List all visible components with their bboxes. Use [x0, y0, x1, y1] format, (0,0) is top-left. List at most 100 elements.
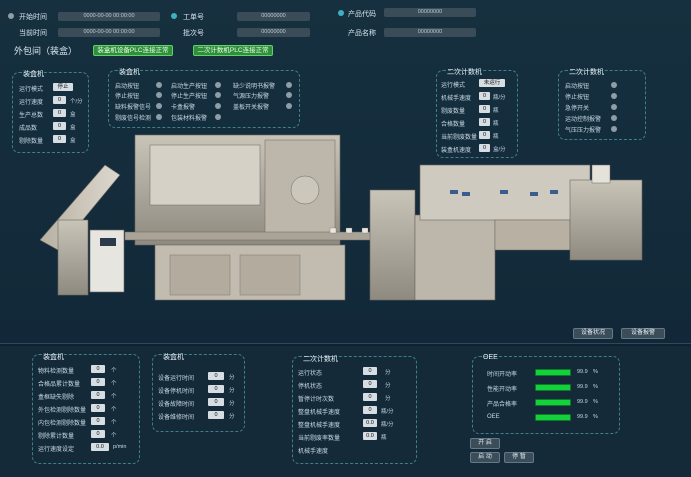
row-label: 运行速度设定: [38, 447, 75, 453]
speed-setting-input[interactable]: 0.0: [91, 443, 109, 451]
work-order-label: 工单号: [183, 14, 204, 21]
counter-mode-value: 未运行: [479, 79, 505, 87]
indicator-icon: [156, 82, 162, 88]
row-value: 0: [91, 365, 105, 373]
boxer-status-title: 装盒机: [119, 69, 140, 76]
current-time-label: 当前时间: [19, 30, 47, 37]
current-time-field: 0000-00-00 00:00:00: [58, 28, 160, 37]
status-label: 启动生产按钮: [171, 84, 208, 90]
row-label: 运行速度: [19, 100, 44, 106]
row-value: 0: [363, 367, 377, 375]
oee-value: 99.9: [577, 399, 588, 405]
open-button[interactable]: 开 启: [470, 438, 500, 449]
status-label: 急停开关: [565, 106, 590, 112]
unit-label: 分: [385, 370, 391, 376]
row-label: 运行模式: [441, 83, 466, 89]
status-label: 卡盒报警: [171, 105, 196, 111]
status-label: 停止按钮: [115, 94, 140, 100]
indicator-icon: [611, 82, 617, 88]
indicator-icon: [286, 92, 292, 98]
status-label: 盖板开关报警: [233, 105, 270, 111]
indicator-icon: [215, 103, 221, 109]
unit-label: 个: [111, 433, 117, 439]
status-label: 启动按钮: [115, 84, 140, 90]
equipment-alarm-button[interactable]: 设备报警: [621, 328, 665, 339]
unit-label: 瓶/分: [493, 95, 506, 101]
product-code-label: 产品代码: [348, 11, 376, 18]
row-value: 0: [208, 372, 224, 380]
row-value: 0: [363, 380, 377, 388]
oee-value: 99.9: [577, 414, 588, 420]
row-label: 设备停机时间: [158, 389, 195, 395]
row-label: 合格品累计数量: [38, 382, 81, 388]
indicator-icon: [156, 92, 162, 98]
unit-label: 瓶: [381, 435, 387, 441]
unit-label: %: [593, 369, 598, 375]
unit-label: 分: [229, 401, 235, 407]
row-label: 设备运行时间: [158, 376, 195, 382]
row-value: 0: [363, 406, 377, 414]
unit-label: %: [593, 399, 598, 405]
reject-count-value: 0: [479, 105, 490, 113]
unit-label: 分: [385, 396, 391, 402]
unit-label: 个: [111, 368, 117, 374]
unit-label: 个: [111, 407, 117, 413]
row-label: 整盘机械手速度: [298, 423, 341, 429]
run-mode-value: 停止: [53, 83, 73, 91]
product-name-label: 产品名称: [348, 30, 376, 37]
row-label: OEE: [487, 414, 500, 420]
pause-button[interactable]: 停 暂: [504, 452, 534, 463]
row-label: 生产总数: [19, 113, 44, 119]
status-label: 缺少说明书报警: [233, 84, 276, 90]
counter-summary-title: 二次计数机: [447, 69, 482, 76]
row-label: 时间开动率: [487, 372, 518, 378]
oee-value: 99.9: [577, 384, 588, 390]
unit-label: p/min: [113, 444, 127, 450]
boxer-counts-panel: 装盒机 物料检测数量 0 个 合格品累计数量 0 个 盒框缺失剔除 0 个 外包…: [32, 354, 140, 464]
unit-label: %: [593, 384, 598, 390]
oee-progress-bar: [535, 399, 571, 406]
bottom-panel: 装盒机 物料检测数量 0 个 合格品累计数量 0 个 盒框缺失剔除 0 个 外包…: [0, 346, 691, 477]
product-name-field: 00000000: [384, 28, 476, 37]
boxer-time-title: 装盒机: [163, 354, 184, 361]
counter-status-title: 二次计数机: [569, 69, 604, 76]
row-label: 设备故障时间: [158, 402, 195, 408]
indicator-icon: [215, 82, 221, 88]
page-title: 外包间（装盒）: [14, 46, 78, 56]
work-order-field: 00000000: [237, 12, 310, 21]
row-value: 0: [91, 430, 105, 438]
unit-label: 个: [111, 381, 117, 387]
row-label: 运行模式: [19, 87, 44, 93]
equipment-status-button[interactable]: 设备状况: [573, 328, 613, 339]
unit-label: 分: [229, 388, 235, 394]
oee-title: OEE: [483, 354, 498, 361]
start-time-label: 开始时间: [19, 14, 47, 21]
counter-counts-title: 二次计数机: [303, 356, 338, 363]
oee-progress-bar: [535, 369, 571, 376]
total-output-value: 0: [53, 109, 66, 117]
unit-label: 分: [229, 414, 235, 420]
row-label: 设备维修时间: [158, 415, 195, 421]
start-button[interactable]: 启 动: [470, 452, 500, 463]
unit-label: 个/分: [70, 99, 83, 105]
counter-plc-status-badge: 二次计数机PLC连接正常: [193, 45, 273, 56]
row-label: 运行状态: [298, 371, 323, 377]
row-label: 性能开动率: [487, 387, 518, 393]
boxer-plc-status-badge: 装盒机设备PLC连接正常: [93, 45, 173, 56]
row-label: 产品合格率: [487, 402, 518, 408]
row-value: 0.0: [363, 419, 377, 427]
unit-label: 瓶/分: [381, 409, 394, 415]
status-label: 气源压力报警: [233, 94, 270, 100]
indicator-icon: [286, 82, 292, 88]
status-dot-icon: [8, 13, 14, 19]
batch-label: 批次号: [183, 30, 204, 37]
unit-label: 分: [385, 383, 391, 389]
row-value: 0: [208, 411, 224, 419]
row-label: 外包检测剔除数量: [38, 408, 87, 414]
production-line-illustration: [39, 134, 643, 301]
row-value: 0: [91, 417, 105, 425]
row-label: 整盘机械手速度: [298, 410, 341, 416]
unit-label: 分: [229, 375, 235, 381]
row-value: 0: [91, 404, 105, 412]
hmi-screen: 开始时间 0000-00-00 00:00:00 当前时间 0000-00-00…: [0, 0, 691, 477]
